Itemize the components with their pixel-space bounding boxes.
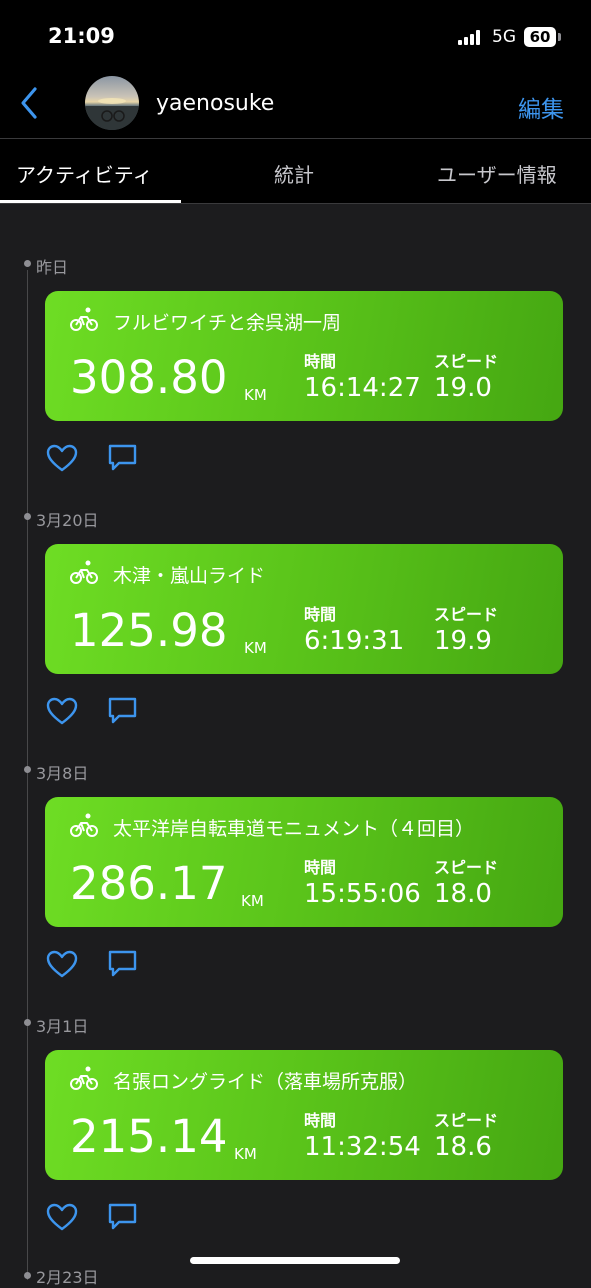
speed-value: 19.9 [434,626,492,656]
distance-unit: KM [244,386,267,404]
avatar-photo-icon [85,98,139,130]
activity-card[interactable]: 木津・嵐山ライド 125.98 KM 時間 6:19:31 スピード 19.9 [45,544,563,674]
activity-title: 太平洋岸自転車道モニュメント（４回目） [113,818,475,840]
speed-label: スピード [434,605,499,624]
time-label: 時間 [304,1111,337,1130]
cellular-signal-icon [458,30,484,45]
status-time: 21:09 [48,24,115,48]
battery-icon: 60 [524,27,556,47]
tab-user-info[interactable]: ユーザー情報 [437,159,557,188]
distance-unit: KM [244,639,267,657]
activity-title: 名張ロングライド（落車場所克服） [113,1071,418,1093]
heart-icon[interactable] [46,1202,78,1232]
bicycle-icon [70,307,98,331]
speed-label: スピード [434,858,499,877]
activity-card[interactable]: フルビワイチと余呉湖一周 308.80 KM 時間 16:14:27 スピード … [45,291,563,421]
network-type: 5G [492,27,516,47]
timeline-line [27,270,28,1280]
edit-button[interactable]: 編集 [518,90,564,124]
speed-value: 18.6 [434,1132,492,1162]
speed-value: 18.0 [434,879,492,909]
time-label: 時間 [304,352,337,371]
date-label: 3月1日 [36,1017,89,1036]
date-label: 2月23日 [36,1268,99,1287]
timeline-dot [24,766,31,773]
date-label: 昨日 [36,258,69,277]
comment-icon[interactable] [107,949,138,979]
heart-icon[interactable] [46,696,78,726]
comment-icon[interactable] [107,696,138,726]
tabs-divider [0,203,591,204]
timeline-dot [24,513,31,520]
home-indicator[interactable] [190,1257,400,1264]
header-divider [0,138,591,139]
back-chevron-icon[interactable] [18,86,42,120]
time-value: 6:19:31 [304,626,405,656]
time-value: 16:14:27 [304,373,421,403]
battery-tip [558,33,561,41]
tab-activity[interactable]: アクティビティ [16,159,153,188]
distance-value: 286.17 [70,857,228,910]
tab-stats[interactable]: 統計 [274,159,314,188]
date-label: 3月8日 [36,764,89,783]
speed-value: 19.0 [434,373,492,403]
timeline-dot [24,260,31,267]
time-value: 11:32:54 [304,1132,421,1162]
bicycle-icon [70,560,98,584]
comment-icon[interactable] [107,443,138,473]
heart-icon[interactable] [46,443,78,473]
speed-label: スピード [434,1111,499,1130]
activity-title: 木津・嵐山ライド [113,565,266,587]
distance-value: 125.98 [70,604,228,657]
distance-unit: KM [241,892,264,910]
date-label: 3月20日 [36,511,99,530]
time-value: 15:55:06 [304,879,421,909]
time-label: 時間 [304,858,337,877]
time-label: 時間 [304,605,337,624]
distance-value: 308.80 [70,351,228,404]
timeline-dot [24,1272,31,1279]
distance-value: 215.14 [70,1110,228,1163]
bicycle-icon [70,1066,98,1090]
bicycle-icon [70,813,98,837]
username[interactable]: yaenosuke [156,91,274,116]
comment-icon[interactable] [107,1202,138,1232]
timeline-dot [24,1019,31,1026]
distance-unit: KM [234,1145,257,1163]
speed-label: スピード [434,352,499,371]
heart-icon[interactable] [46,949,78,979]
activity-card[interactable]: 名張ロングライド（落車場所克服） 215.14 KM 時間 11:32:54 ス… [45,1050,563,1180]
activity-title: フルビワイチと余呉湖一周 [113,312,342,334]
activity-card[interactable]: 太平洋岸自転車道モニュメント（４回目） 286.17 KM 時間 15:55:0… [45,797,563,927]
avatar[interactable] [85,76,139,130]
top-bar: 21:09 5G 60 yaenosuke 編集 アクティビティ 統計 ユーザー… [0,0,591,204]
